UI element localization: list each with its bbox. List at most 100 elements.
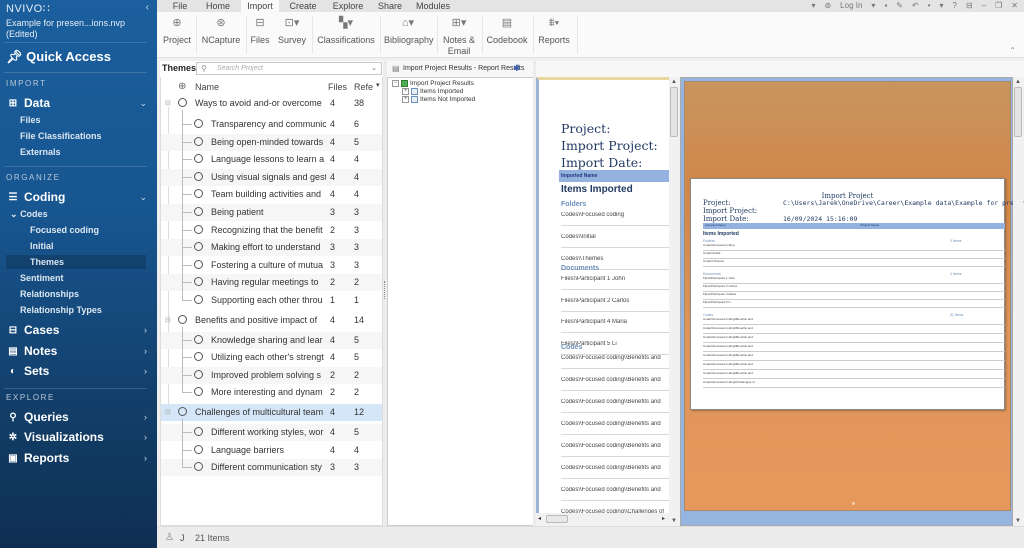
tab-share[interactable]: Share <box>375 0 405 12</box>
sidebar-item-data[interactable]: ⊞ Data ⌄ <box>6 96 151 110</box>
layout-icon[interactable]: ⊟ <box>966 0 973 12</box>
codebook-button[interactable]: ▤ Codebook <box>485 16 529 58</box>
collapse-ribbon-icon[interactable]: ⌃ <box>1009 46 1016 55</box>
sidebar-item-externals[interactable]: Externals <box>20 147 61 157</box>
sidebar-item-relationships[interactable]: Relationships <box>20 289 79 299</box>
dropdown-icon[interactable]: ▾ <box>871 0 875 12</box>
dropdown-icon[interactable]: ▾ <box>940 0 944 12</box>
login-link[interactable]: Log In <box>840 0 862 12</box>
code-row-parent[interactable]: ⊟ Benefits and positive impact of 4 14 <box>161 312 382 329</box>
pin-tab-icon[interactable]: ✱ <box>513 63 521 74</box>
sidebar-item-initial[interactable]: Initial <box>30 241 54 251</box>
sidebar-item-queries[interactable]: ⚲ Queries › <box>6 410 151 424</box>
sidebar-item-codes[interactable]: ⌄ Codes <box>10 209 48 220</box>
sidebar-item-relationship-types[interactable]: Relationship Types <box>20 305 102 315</box>
bibliography-button[interactable]: ⌂▾ Bibliography <box>384 16 434 58</box>
code-row[interactable]: Different communication sty 3 3 <box>161 459 382 477</box>
code-row[interactable]: Making effort to understand 3 3 <box>161 239 382 257</box>
quick-access-button[interactable]: 📌︎ Quick Access <box>6 49 111 65</box>
sidebar-item-sets[interactable]: ◐ Sets › <box>6 364 151 378</box>
code-row[interactable]: Language barriers 4 4 <box>161 442 382 459</box>
code-row[interactable]: Different working styles, wor 4 5 <box>161 424 382 441</box>
sidebar-item-file-classifications[interactable]: File Classifications <box>20 131 102 141</box>
sidebar-item-visualizations[interactable]: ✲ Visualizations › <box>6 430 151 444</box>
tab-create[interactable]: Create <box>285 0 321 12</box>
report-tab[interactable]: ▤ Import Project Results - Report Result… <box>387 61 1024 77</box>
sort-icon[interactable]: ▾ <box>376 81 380 89</box>
collapse-icon[interactable]: ⊟ <box>165 408 171 416</box>
sidebar-item-cases[interactable]: ⊟ Cases › <box>6 323 151 337</box>
code-row[interactable]: Having regular meetings to 2 2 <box>161 274 382 292</box>
preview-vertical-scrollbar[interactable]: ▲ ▼ <box>1013 77 1023 526</box>
code-row[interactable]: Being patient 3 3 <box>161 204 382 221</box>
sidebar-item-files[interactable]: Files <box>20 115 41 125</box>
tree-node-root[interactable]: − Import Project Results <box>392 80 474 87</box>
code-row[interactable]: More interesting and dynam 2 2 <box>161 384 382 401</box>
column-references[interactable]: Refe <box>354 82 373 92</box>
chevron-down-icon[interactable]: ⌄ <box>371 63 377 74</box>
ncapture-button[interactable]: ⊛ NCapture <box>199 16 243 58</box>
tab-modules[interactable]: Modules <box>413 0 453 12</box>
help-icon[interactable]: ? <box>953 0 957 12</box>
column-name[interactable]: Name <box>195 82 219 92</box>
expand-icon[interactable]: + <box>402 88 409 95</box>
document-horizontal-scrollbar[interactable]: ◂ ▸ <box>536 513 669 526</box>
undo-icon[interactable]: ↶ <box>912 0 919 12</box>
splitter-grip[interactable] <box>384 281 386 299</box>
code-row[interactable]: Knowledge sharing and lear 4 5 <box>161 331 382 349</box>
code-row-parent[interactable]: ⊟ Challenges of multicultural team 4 12 <box>161 404 382 421</box>
collapse-icon[interactable]: ⊟ <box>165 316 171 324</box>
save-icon[interactable]: ▪ <box>884 0 887 12</box>
scroll-left-icon[interactable]: ◂ <box>538 515 541 522</box>
sidebar-item-reports[interactable]: ▣ Reports › <box>6 451 151 465</box>
tab-explore[interactable]: Explore <box>329 0 367 12</box>
scroll-right-icon[interactable]: ▸ <box>662 515 665 522</box>
scrollbar-thumb[interactable] <box>670 87 678 137</box>
import-files-button[interactable]: ⊟ Files <box>249 16 271 58</box>
sidebar-item-themes[interactable]: Themes <box>30 257 64 267</box>
code-row[interactable]: Language lessons to learn a 4 4 <box>161 151 382 168</box>
code-row[interactable]: Being open-minded towards 4 5 <box>161 133 382 151</box>
code-row[interactable]: Improved problem solving s 2 2 <box>161 366 382 384</box>
tree-node-items-not-imported[interactable]: + Items Not Imported <box>402 96 475 103</box>
collapse-icon[interactable]: − <box>392 80 399 87</box>
collapse-sidebar-button[interactable]: ‹ <box>146 2 149 13</box>
code-row[interactable]: Team building activities and 4 4 <box>161 186 382 203</box>
document-vertical-scrollbar[interactable]: ▲ ▼ <box>669 77 679 526</box>
code-row[interactable]: Transparency and communic 4 6 <box>161 116 382 133</box>
sidebar-item-focused-coding[interactable]: Focused coding <box>30 225 99 235</box>
code-row[interactable]: Using visual signals and gest 4 4 <box>161 168 382 186</box>
collapse-icon[interactable]: ⊟ <box>165 99 171 107</box>
reports-button[interactable]: ⩩▾ Reports <box>536 16 572 58</box>
scrollbar-thumb[interactable] <box>1014 87 1022 137</box>
tab-file[interactable]: File <box>167 0 193 12</box>
notes-email-button[interactable]: ⊞▾ Notes & Email <box>441 16 477 58</box>
scroll-down-icon[interactable]: ▼ <box>671 518 677 524</box>
dropdown-icon[interactable]: ▾ <box>811 0 815 12</box>
add-code-icon[interactable]: ⊕ <box>178 81 186 92</box>
tree-node-items-imported[interactable]: + Items Imported <box>402 88 463 95</box>
restore-icon[interactable]: ❐ <box>995 0 1002 12</box>
account-icon[interactable]: ⊚ <box>824 0 831 12</box>
code-row[interactable]: Recognizing that the benefit 2 3 <box>161 222 382 239</box>
scroll-down-icon[interactable]: ▼ <box>1015 518 1021 524</box>
sidebar-item-sentiment[interactable]: Sentiment <box>20 273 64 283</box>
sidebar-item-coding[interactable]: ☰ Coding ⌄ <box>6 190 151 204</box>
code-row-parent[interactable]: ⊟ Ways to avoid and-or overcome 4 38 <box>161 95 382 112</box>
code-row[interactable]: Utilizing each other's strengt 4 5 <box>161 349 382 366</box>
redo-icon[interactable]: • <box>928 0 931 12</box>
scroll-up-icon[interactable]: ▲ <box>671 79 677 85</box>
classifications-button[interactable]: ▚▾ Classifications <box>317 16 375 58</box>
search-project-input[interactable]: ⚲ Search Project ⌄ <box>196 62 382 75</box>
code-row[interactable]: Fostering a culture of mutua 3 3 <box>161 257 382 274</box>
code-row[interactable]: Supporting each other throu 1 1 <box>161 292 382 309</box>
expand-icon[interactable]: + <box>402 96 409 103</box>
minimize-icon[interactable]: – <box>982 0 986 12</box>
sidebar-item-notes[interactable]: ▤ Notes › <box>6 344 151 358</box>
scroll-up-icon[interactable]: ▲ <box>1015 79 1021 85</box>
scrollbar-thumb[interactable] <box>546 515 568 523</box>
edit-icon[interactable]: ✎ <box>896 0 903 12</box>
tab-home[interactable]: Home <box>201 0 235 12</box>
import-project-button[interactable]: ⊕ Project <box>161 16 193 58</box>
column-files[interactable]: Files <box>328 82 347 92</box>
